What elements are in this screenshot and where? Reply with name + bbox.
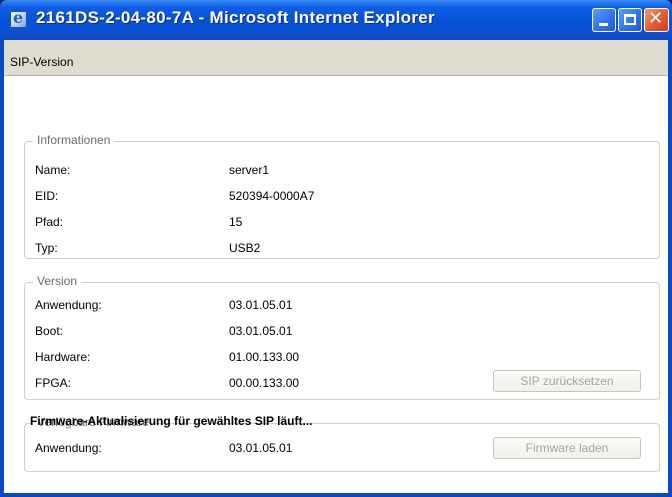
title-bar[interactable]: 2161DS-2-04-80-7A - Microsoft Internet E… [0, 0, 672, 40]
version-value: 03.01.05.01 [229, 324, 293, 338]
minimize-icon [599, 23, 608, 26]
firmware-label: Anwendung: [35, 441, 102, 455]
version-row-anwendung: Anwendung: 03.01.05.01 [35, 298, 651, 316]
window-frame-bottom [0, 493, 672, 497]
info-label: Name: [35, 163, 71, 177]
version-label: Hardware: [35, 350, 91, 364]
page-title: SIP-Version [10, 55, 74, 69]
window-frame-right [668, 40, 672, 497]
maximize-button[interactable] [618, 8, 642, 32]
info-label: Pfad: [35, 215, 64, 229]
close-button[interactable]: ✕ [644, 8, 669, 32]
version-value: 03.01.05.01 [229, 298, 293, 312]
version-row-boot: Boot: 03.01.05.01 [35, 324, 651, 342]
informationen-group: Informationen Name: server1 EID: 520394-… [24, 133, 660, 259]
info-row-pfad: Pfad: 15 [35, 215, 651, 233]
info-label: EID: [35, 189, 59, 203]
version-row-hardware: Hardware: 01.00.133.00 [35, 350, 651, 368]
informationen-legend: Informationen [33, 133, 115, 147]
version-value: 00.00.133.00 [229, 376, 300, 390]
info-row-typ: Typ: USB2 [35, 241, 651, 259]
page-header: SIP-Version [4, 40, 668, 76]
window-title: 2161DS-2-04-80-7A - Microsoft Internet E… [36, 8, 435, 27]
browser-window: 2161DS-2-04-80-7A - Microsoft Internet E… [0, 0, 672, 497]
version-legend: Version [33, 274, 82, 288]
minimize-button[interactable] [592, 8, 616, 32]
version-group: Version Anwendung: 03.01.05.01 Boot: 03.… [24, 274, 660, 400]
version-label: Boot: [35, 324, 64, 338]
firmware-group: Verfügbare Firmware Anwendung: 03.01.05.… [24, 415, 660, 472]
info-row-eid: EID: 520394-0000A7 [35, 189, 651, 207]
info-value: 15 [229, 215, 243, 229]
version-label: FPGA: [35, 376, 72, 390]
info-row-name: Name: server1 [35, 163, 651, 181]
status-message: Firmware-Aktualisierung für gewähltes SI… [30, 414, 313, 428]
maximize-icon [624, 14, 636, 25]
version-label: Anwendung: [35, 298, 102, 312]
firmware-load-button[interactable]: Firmware laden [493, 437, 641, 459]
sip-reset-button[interactable]: SIP zurücksetzen [493, 370, 641, 392]
version-value: 01.00.133.00 [229, 350, 300, 364]
info-value: server1 [229, 163, 270, 177]
info-value: 520394-0000A7 [229, 189, 315, 203]
info-label: Typ: [35, 241, 58, 255]
internet-explorer-icon [10, 8, 27, 28]
page-content: Informationen Name: server1 EID: 520394-… [4, 76, 668, 493]
firmware-value: 03.01.05.01 [229, 441, 293, 455]
close-icon: ✕ [648, 8, 664, 29]
info-value: USB2 [229, 241, 261, 255]
